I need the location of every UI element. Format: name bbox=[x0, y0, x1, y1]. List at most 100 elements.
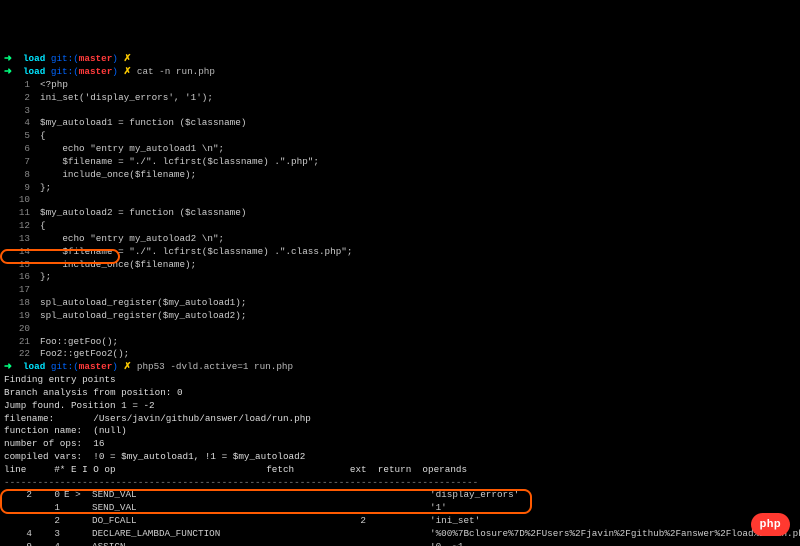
opcode-operands: 'display_errors' bbox=[418, 489, 519, 502]
opcode-name: SEND_VAL bbox=[92, 502, 302, 515]
prompt-dirty-icon: ✗ bbox=[123, 53, 131, 64]
source-line: 5{ bbox=[4, 130, 796, 143]
terminal[interactable]: ➜ load git:(master) ✗ ➜ load git:(master… bbox=[4, 53, 796, 546]
prompt-arrow-icon: ➜ bbox=[4, 66, 12, 77]
opcode-flags bbox=[60, 528, 92, 541]
opcode-flags bbox=[60, 541, 92, 546]
source-code: include_once($filename); bbox=[40, 169, 196, 180]
prompt-dirty-icon: ✗ bbox=[123, 66, 131, 77]
source-lineno: 7 bbox=[4, 156, 40, 169]
source-code: <?php bbox=[40, 79, 68, 90]
source-code: { bbox=[40, 130, 46, 141]
opcode-table: 20E > SEND_VAL'display_errors'1 SEND_VAL… bbox=[4, 489, 796, 546]
prompt-git-close: ) bbox=[112, 53, 118, 64]
vld-jump: Jump found. Position 1 = -2 bbox=[4, 400, 796, 413]
opcode-line: 9 bbox=[4, 541, 32, 546]
source-lineno: 18 bbox=[4, 297, 40, 310]
source-lineno: 16 bbox=[4, 271, 40, 284]
source-line: 14 $filename = "./". lcfirst($classname)… bbox=[4, 246, 796, 259]
source-code: }; bbox=[40, 271, 51, 282]
vld-compiled-vars: compiled vars: !0 = $my_autoload1, !1 = … bbox=[4, 451, 796, 464]
source-code: $filename = "./". lcfirst($classname) ."… bbox=[40, 156, 319, 167]
source-code: $filename = "./". lcfirst($classname) ."… bbox=[40, 246, 352, 257]
source-line: 12{ bbox=[4, 220, 796, 233]
opcode-operands: 'ini_set' bbox=[418, 515, 480, 528]
opcode-name: DECLARE_LAMBDA_FUNCTION bbox=[92, 528, 302, 541]
source-lineno: 13 bbox=[4, 233, 40, 246]
vld-branch-analysis: Branch analysis from position: 0 bbox=[4, 387, 796, 400]
vld-separator: ----------------------------------------… bbox=[4, 477, 796, 490]
source-line: 15 include_once($filename); bbox=[4, 259, 796, 272]
source-line: 6 echo "entry my_autoload1 \n"; bbox=[4, 143, 796, 156]
prompt-command: php53 -dvld.active=1 run.php bbox=[137, 361, 293, 372]
source-lineno: 10 bbox=[4, 194, 40, 207]
opcode-row: 43 DECLARE_LAMBDA_FUNCTION'%00%7Bclosure… bbox=[4, 528, 796, 541]
source-lineno: 5 bbox=[4, 130, 40, 143]
opcode-row: 94 ASSIGN !0, ~1 bbox=[4, 541, 796, 546]
opcode-ext: 2 bbox=[302, 515, 366, 528]
prompt-line-3[interactable]: ➜ load git:(master) ✗ php53 -dvld.active… bbox=[4, 361, 796, 374]
opcode-line: 4 bbox=[4, 528, 32, 541]
vld-filename: filename: /Users/javin/github/answer/loa… bbox=[4, 413, 796, 426]
prompt-cwd: load bbox=[23, 361, 45, 372]
vld-finding: Finding entry points bbox=[4, 374, 796, 387]
source-lineno: 11 bbox=[4, 207, 40, 220]
opcode-name: SEND_VAL bbox=[92, 489, 302, 502]
prompt-line-2[interactable]: ➜ load git:(master) ✗ cat -n run.php bbox=[4, 66, 796, 79]
source-line: 20 bbox=[4, 323, 796, 336]
prompt-arrow-icon: ➜ bbox=[4, 53, 12, 64]
opcode-name: ASSIGN bbox=[92, 541, 302, 546]
source-code: { bbox=[40, 220, 46, 231]
source-lineno: 3 bbox=[4, 105, 40, 118]
source-code: spl_autoload_register($my_autoload1); bbox=[40, 297, 246, 308]
source-lineno: 15 bbox=[4, 259, 40, 272]
source-line: 17 bbox=[4, 284, 796, 297]
source-lineno: 22 bbox=[4, 348, 40, 361]
source-lineno: 2 bbox=[4, 92, 40, 105]
prompt-git-close: ) bbox=[112, 361, 118, 372]
source-line: 18spl_autoload_register($my_autoload1); bbox=[4, 297, 796, 310]
source-lineno: 1 bbox=[4, 79, 40, 92]
prompt-git-close: ) bbox=[112, 66, 118, 77]
vld-header: line #* E I O op fetch ext return operan… bbox=[4, 464, 796, 477]
source-line: 3 bbox=[4, 105, 796, 118]
source-line: 4$my_autoload1 = function ($classname) bbox=[4, 117, 796, 130]
opcode-num: 1 bbox=[32, 502, 60, 515]
source-line: 13 echo "entry my_autoload2 \n"; bbox=[4, 233, 796, 246]
opcode-operands: !0, ~1 bbox=[418, 541, 463, 546]
source-lineno: 9 bbox=[4, 182, 40, 195]
source-line: 9}; bbox=[4, 182, 796, 195]
prompt-cwd: load bbox=[23, 66, 45, 77]
prompt-dirty-icon: ✗ bbox=[123, 361, 131, 372]
prompt-git-open: git:( bbox=[51, 66, 79, 77]
prompt-line-1[interactable]: ➜ load git:(master) ✗ bbox=[4, 53, 796, 66]
prompt-branch: master bbox=[79, 66, 112, 77]
opcode-flags bbox=[60, 515, 92, 528]
opcode-num: 4 bbox=[32, 541, 60, 546]
source-code: include_once($filename); bbox=[40, 259, 196, 270]
source-line: 16}; bbox=[4, 271, 796, 284]
source-lineno: 19 bbox=[4, 310, 40, 323]
prompt-command: cat -n run.php bbox=[137, 66, 215, 77]
opcode-num: 3 bbox=[32, 528, 60, 541]
php-logo-badge: php bbox=[751, 513, 790, 536]
prompt-git-open: git:( bbox=[51, 361, 79, 372]
source-lineno: 21 bbox=[4, 336, 40, 349]
vld-function-name: function name: (null) bbox=[4, 425, 796, 438]
source-line: 1<?php bbox=[4, 79, 796, 92]
source-lineno: 8 bbox=[4, 169, 40, 182]
opcode-num: 2 bbox=[32, 515, 60, 528]
source-line: 10 bbox=[4, 194, 796, 207]
source-line: 7 $filename = "./". lcfirst($classname) … bbox=[4, 156, 796, 169]
source-code: Foo::getFoo(); bbox=[40, 336, 118, 347]
opcode-row: 1 SEND_VAL'1' bbox=[4, 502, 796, 515]
prompt-arrow-icon: ➜ bbox=[4, 361, 12, 372]
source-code: ini_set('display_errors', '1'); bbox=[40, 92, 213, 103]
opcode-flags bbox=[60, 502, 92, 515]
source-code: echo "entry my_autoload2 \n"; bbox=[40, 233, 224, 244]
source-code: Foo2::getFoo2(); bbox=[40, 348, 129, 359]
source-lineno: 12 bbox=[4, 220, 40, 233]
source-line: 2ini_set('display_errors', '1'); bbox=[4, 92, 796, 105]
vld-num-ops: number of ops: 16 bbox=[4, 438, 796, 451]
source-code: }; bbox=[40, 182, 51, 193]
